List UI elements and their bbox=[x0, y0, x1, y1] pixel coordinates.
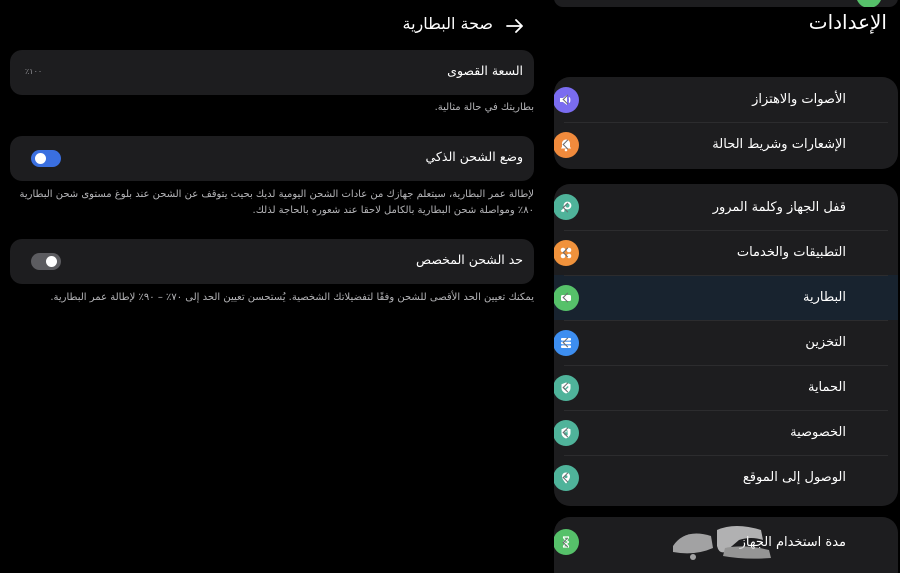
max-capacity-value: ١٠٠٪ bbox=[25, 67, 43, 76]
settings-item-label: الحماية bbox=[807, 380, 846, 395]
settings-item-privacy[interactable]: الخصوصية bbox=[554, 410, 898, 455]
settings-item-storage[interactable]: التخزين bbox=[554, 320, 898, 365]
settings-item-label: الأصوات والاهتزاز bbox=[752, 92, 846, 107]
settings-item-label: مدة استخدام الجهاز bbox=[739, 534, 846, 550]
custom-limit-toggle[interactable] bbox=[31, 253, 61, 270]
settings-nav-pane: الإعدادات الأصوات والاهتزاز الإشعارات وش… bbox=[553, 0, 900, 573]
custom-limit-note: يمكنك تعيين الحد الأقصى للشحن وفقًا لتفض… bbox=[50, 292, 534, 303]
custom-limit-row[interactable]: حد الشحن المخصص bbox=[10, 239, 534, 284]
settings-item-sounds[interactable]: الأصوات والاهتزاز bbox=[554, 77, 898, 122]
smart-charging-note: لإطالة عمر البطارية، سيتعلم جهازك من عاد… bbox=[19, 189, 534, 216]
settings-item-label: التطبيقات والخدمات bbox=[736, 245, 846, 260]
settings-title: الإعدادات bbox=[808, 10, 887, 34]
settings-group-sound: الأصوات والاهتزاز الإشعارات وشريط الحالة bbox=[554, 77, 898, 169]
settings-item-label: الخصوصية bbox=[790, 425, 846, 440]
settings-item-apps[interactable]: التطبيقات والخدمات bbox=[554, 230, 898, 275]
toggle-knob bbox=[35, 153, 46, 164]
battery-health-pane: صحة البطارية السعة القصوى ١٠٠٪ بطاريتك ف… bbox=[0, 0, 545, 573]
settings-card-partial bbox=[554, 0, 898, 7]
settings-item-screen-time[interactable]: مدة استخدام الجهاز bbox=[554, 517, 898, 567]
settings-item-notifications[interactable]: الإشعارات وشريط الحالة bbox=[554, 122, 898, 167]
settings-item-location[interactable]: الوصول إلى الموقع bbox=[554, 455, 898, 500]
settings-item-label: التخزين bbox=[805, 335, 846, 350]
page-title: صحة البطارية bbox=[402, 14, 493, 33]
partial-item-icon bbox=[856, 0, 882, 7]
settings-item-battery[interactable]: البطارية bbox=[554, 275, 898, 320]
max-capacity-row: السعة القصوى ١٠٠٪ bbox=[10, 50, 534, 95]
smart-charging-row[interactable]: وضع الشحن الذكي bbox=[10, 136, 534, 181]
settings-screen: الإعدادات الأصوات والاهتزاز الإشعارات وش… bbox=[0, 0, 900, 573]
settings-item-label: البطارية bbox=[803, 290, 846, 305]
settings-item-label: الوصول إلى الموقع bbox=[742, 470, 846, 485]
smart-charging-toggle[interactable] bbox=[31, 150, 61, 167]
toggle-knob bbox=[46, 256, 57, 267]
settings-item-label: الإشعارات وشريط الحالة bbox=[712, 137, 846, 152]
settings-group-usage: مدة استخدام الجهاز bbox=[554, 517, 898, 573]
settings-item-lock[interactable]: قفل الجهاز وكلمة المرور bbox=[554, 184, 898, 230]
settings-item-security[interactable]: الحماية bbox=[554, 365, 898, 410]
smart-charging-label: وضع الشحن الذكي bbox=[425, 149, 523, 164]
max-capacity-label: السعة القصوى bbox=[447, 63, 523, 78]
settings-item-label: قفل الجهاز وكلمة المرور bbox=[712, 199, 846, 215]
max-capacity-note: بطاريتك في حالة مثالية. bbox=[434, 102, 534, 113]
custom-limit-label: حد الشحن المخصص bbox=[416, 252, 523, 267]
settings-group-device: قفل الجهاز وكلمة المرور التطبيقات والخدم… bbox=[554, 184, 898, 506]
back-arrow-icon[interactable] bbox=[505, 16, 525, 36]
